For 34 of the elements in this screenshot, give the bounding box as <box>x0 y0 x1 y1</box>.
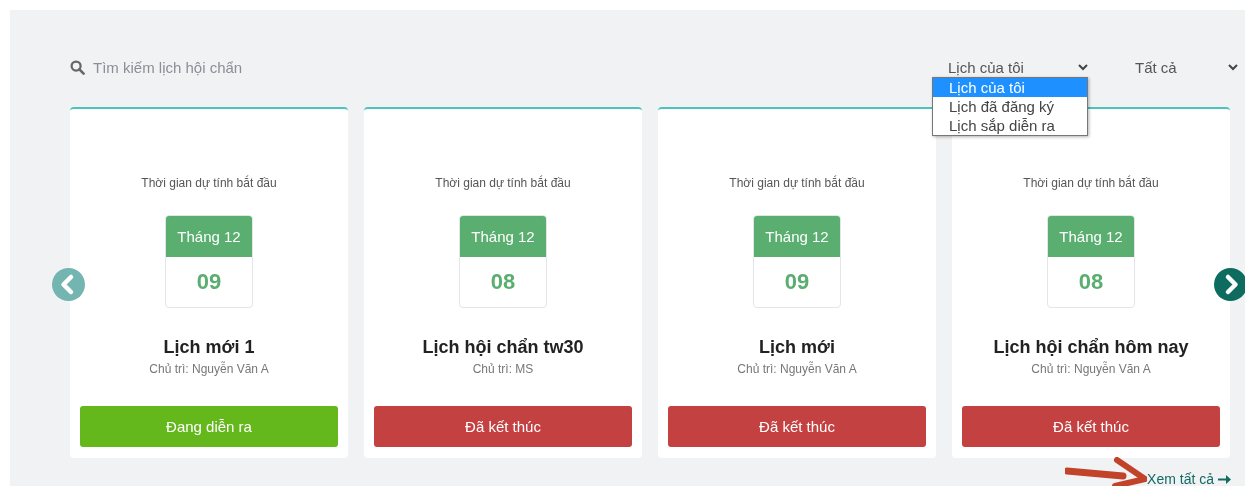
day-number: 09 <box>195 268 223 296</box>
host-label: Chủ trì: Nguyễn Văn A <box>737 362 857 376</box>
day-number: 08 <box>1077 268 1105 296</box>
chevron-down-icon <box>1078 63 1088 71</box>
schedule-title: Lịch mới 1 <box>163 337 255 358</box>
view-all-link[interactable]: Xem tất cả <box>1147 471 1214 486</box>
month-label: Tháng 12 <box>460 216 546 257</box>
filter-dropdown[interactable]: Tất cả <box>1135 58 1238 76</box>
start-time-caption: Thời gian dự tính bắt đầu <box>141 176 277 190</box>
status-button[interactable]: Đã kết thúc <box>374 406 632 447</box>
day-number: 09 <box>783 268 811 296</box>
host-label: Chủ trì: MS <box>472 362 534 376</box>
dropdown-option[interactable]: Lịch của tôi <box>933 77 1087 97</box>
chevron-down-icon <box>1228 63 1238 71</box>
month-label: Tháng 12 <box>166 216 252 257</box>
search-icon <box>70 59 85 75</box>
schedule-title: Lịch hội chẩn tw30 <box>422 337 584 358</box>
search-field[interactable]: Tìm kiếm lịch hội chẩn <box>93 58 393 76</box>
host-label: Chủ trì: Nguyễn Văn A <box>1031 362 1151 376</box>
status-button[interactable]: Đã kết thúc <box>962 406 1220 447</box>
month-label: Tháng 12 <box>1048 216 1134 257</box>
next-button[interactable] <box>1214 268 1245 301</box>
schedule-title: Lịch hội chẩn hôm nay <box>993 337 1189 358</box>
dropdown-option[interactable]: Lịch sắp diễn ra <box>933 115 1087 135</box>
host-label: Chủ trì: Nguyễn Văn A <box>149 362 269 376</box>
start-time-caption: Thời gian dự tính bắt đầu <box>435 176 571 190</box>
day-number: 08 <box>489 268 517 296</box>
schedule-title: Lịch mới <box>759 337 835 358</box>
start-time-caption: Thời gian dự tính bắt đầu <box>729 176 865 190</box>
dropdown-option[interactable]: Lịch đã đăng ký <box>933 96 1087 116</box>
month-label: Tháng 12 <box>754 216 840 257</box>
right-arrow-icon <box>1218 474 1231 484</box>
status-button[interactable]: Đã kết thúc <box>668 406 926 447</box>
start-time-caption: Thời gian dự tính bắt đầu <box>1023 176 1159 190</box>
